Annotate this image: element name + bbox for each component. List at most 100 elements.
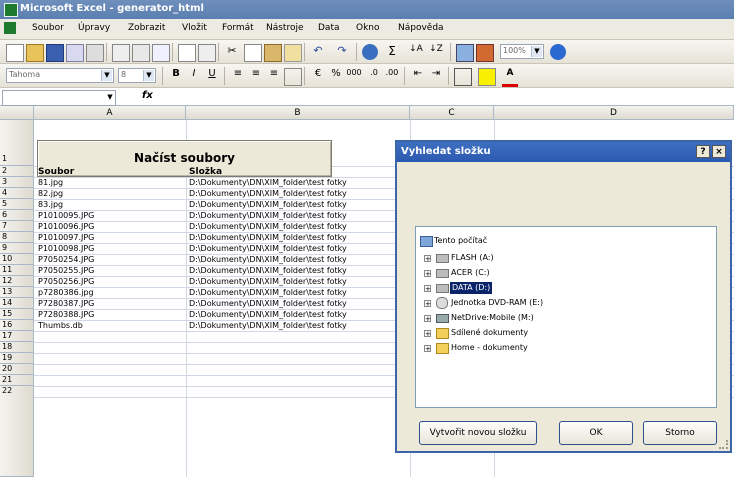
file-cell[interactable]: Thumbs.db [38,321,184,331]
row-header-6[interactable]: 6 [0,210,34,221]
row-header-5[interactable]: 5 [0,199,34,210]
menu-soubor[interactable]: Soubor [32,23,64,33]
folder-cell[interactable]: D:\Dokumenty\DN\XIM_folder\test fotky [189,211,394,221]
row-header-11[interactable]: 11 [0,265,34,276]
row-header-22[interactable]: 22 [0,386,34,477]
file-cell[interactable]: P7280388.JPG [38,310,184,320]
align-center-icon[interactable]: ≡ [248,68,264,84]
print-preview-icon[interactable] [132,44,150,62]
row-header-17[interactable]: 17 [0,331,34,342]
sort-ascending-icon[interactable]: ↓A [408,44,424,60]
chevron-down-icon[interactable]: ▼ [101,70,112,81]
column-header-b[interactable]: B [186,106,410,120]
align-right-icon[interactable]: ≡ [266,68,282,84]
font-combo[interactable]: Tahoma ▼ [6,68,114,83]
folder-cell[interactable]: D:\Dokumenty\DN\XIM_folder\test fotky [189,288,394,298]
row-header-10[interactable]: 10 [0,254,34,265]
row-header-3[interactable]: 3 [0,177,34,188]
decrease-indent-icon[interactable]: ⇤ [410,68,426,84]
percent-icon[interactable]: % [328,68,344,84]
row-header-16[interactable]: 16 [0,320,34,331]
row-header-4[interactable]: 4 [0,188,34,199]
dialog-title-bar[interactable]: Vyhledat složku ? × [397,142,730,162]
help-button[interactable]: ? [696,145,710,158]
folder-cell[interactable]: D:\Dokumenty\DN\XIM_folder\test fotky [189,310,394,320]
folder-cell[interactable]: D:\Dokumenty\DN\XIM_folder\test fotky [189,178,394,188]
folder-cell[interactable]: D:\Dokumenty\DN\XIM_folder\test fotky [189,189,394,199]
cancel-button[interactable]: Storno [643,421,717,445]
file-cell[interactable]: p7280386.jpg [38,288,184,298]
row-header-8[interactable]: 8 [0,232,34,243]
file-cell[interactable]: P1010096.JPG [38,222,184,232]
expand-icon[interactable]: + [424,315,431,323]
expand-icon[interactable]: + [424,300,431,308]
row-header-13[interactable]: 13 [0,287,34,298]
menu-okno[interactable]: Okno [356,23,380,33]
menu-napoveda[interactable]: Nápověda [398,23,444,33]
menu-data[interactable]: Data [318,23,340,33]
new-folder-button[interactable]: Vytvořit novou složku [419,421,537,445]
help-icon[interactable] [550,44,566,60]
currency-icon[interactable]: € [310,68,326,84]
menu-format[interactable]: Formát [222,23,254,33]
name-box[interactable]: ▼ [2,90,116,106]
column-header-d[interactable]: D [494,106,734,120]
ok-button[interactable]: OK [559,421,633,445]
header-file[interactable]: Soubor [38,167,184,177]
menu-zobrazit[interactable]: Zobrazit [128,23,165,33]
chevron-down-icon[interactable]: ▼ [143,70,154,81]
row-header-14[interactable]: 14 [0,298,34,309]
function-icon[interactable]: fx [142,90,153,101]
permission-icon[interactable] [66,44,84,62]
row-header-18[interactable]: 18 [0,342,34,353]
print-icon[interactable] [112,44,130,62]
file-cell[interactable]: 82.jpg [38,189,184,199]
research-icon[interactable] [152,44,170,62]
zoom-combo[interactable]: 100% ▼ [500,44,544,59]
menu-vlozit[interactable]: Vložit [182,23,207,33]
chevron-down-icon[interactable]: ▼ [531,46,542,57]
select-all-corner[interactable] [0,106,34,120]
drawing-icon[interactable] [476,44,494,62]
expand-icon[interactable]: + [424,270,431,278]
document-icon[interactable] [4,22,16,34]
open-icon[interactable] [26,44,44,62]
row-header-9[interactable]: 9 [0,243,34,254]
font-size-combo[interactable]: 8 ▼ [118,68,156,83]
row-header-15[interactable]: 15 [0,309,34,320]
row-header-1[interactable]: 1 [0,120,34,166]
file-cell[interactable]: P7050256.JPG [38,277,184,287]
menu-nastroje[interactable]: Nástroje [266,23,304,33]
resize-grip[interactable] [719,440,728,449]
new-icon[interactable] [6,44,24,62]
cut-icon[interactable]: ✂ [224,44,240,60]
chevron-down-icon[interactable]: ▼ [105,91,115,103]
file-cell[interactable]: P7050255.JPG [38,266,184,276]
paste-icon[interactable] [264,44,282,62]
folder-cell[interactable]: D:\Dokumenty\DN\XIM_folder\test fotky [189,299,394,309]
font-color-icon[interactable]: A [502,68,518,87]
merge-center-icon[interactable] [284,68,302,86]
bold-icon[interactable]: B [168,68,184,84]
spelling-icon[interactable] [178,44,196,62]
folder-cell[interactable]: D:\Dokumenty\DN\XIM_folder\test fotky [189,233,394,243]
file-cell[interactable]: P7280387.JPG [38,299,184,309]
file-cell[interactable]: 83.jpg [38,200,184,210]
copy-icon[interactable] [244,44,262,62]
hyperlink-icon[interactable] [362,44,378,60]
underline-icon[interactable]: U [204,68,220,84]
column-header-a[interactable]: A [34,106,186,120]
column-header-c[interactable]: C [410,106,494,120]
row-header-21[interactable]: 21 [0,375,34,386]
file-cell[interactable]: P7050254.JPG [38,255,184,265]
save-icon[interactable] [46,44,64,62]
format-painter-icon[interactable] [284,44,302,62]
file-cell[interactable]: P1010095.JPG [38,211,184,221]
increase-decimal-icon[interactable]: .0 [366,68,382,84]
align-left-icon[interactable]: ≡ [230,68,246,84]
folder-tree[interactable]: Tento počítač + FLASH (A:) + ACER (C:) +… [415,226,717,408]
thousands-icon[interactable]: 000 [346,68,362,84]
fill-color-icon[interactable] [478,68,496,86]
menu-upravy[interactable]: Úpravy [78,23,110,33]
folder-cell[interactable]: D:\Dokumenty\DN\XIM_folder\test fotky [189,321,394,331]
